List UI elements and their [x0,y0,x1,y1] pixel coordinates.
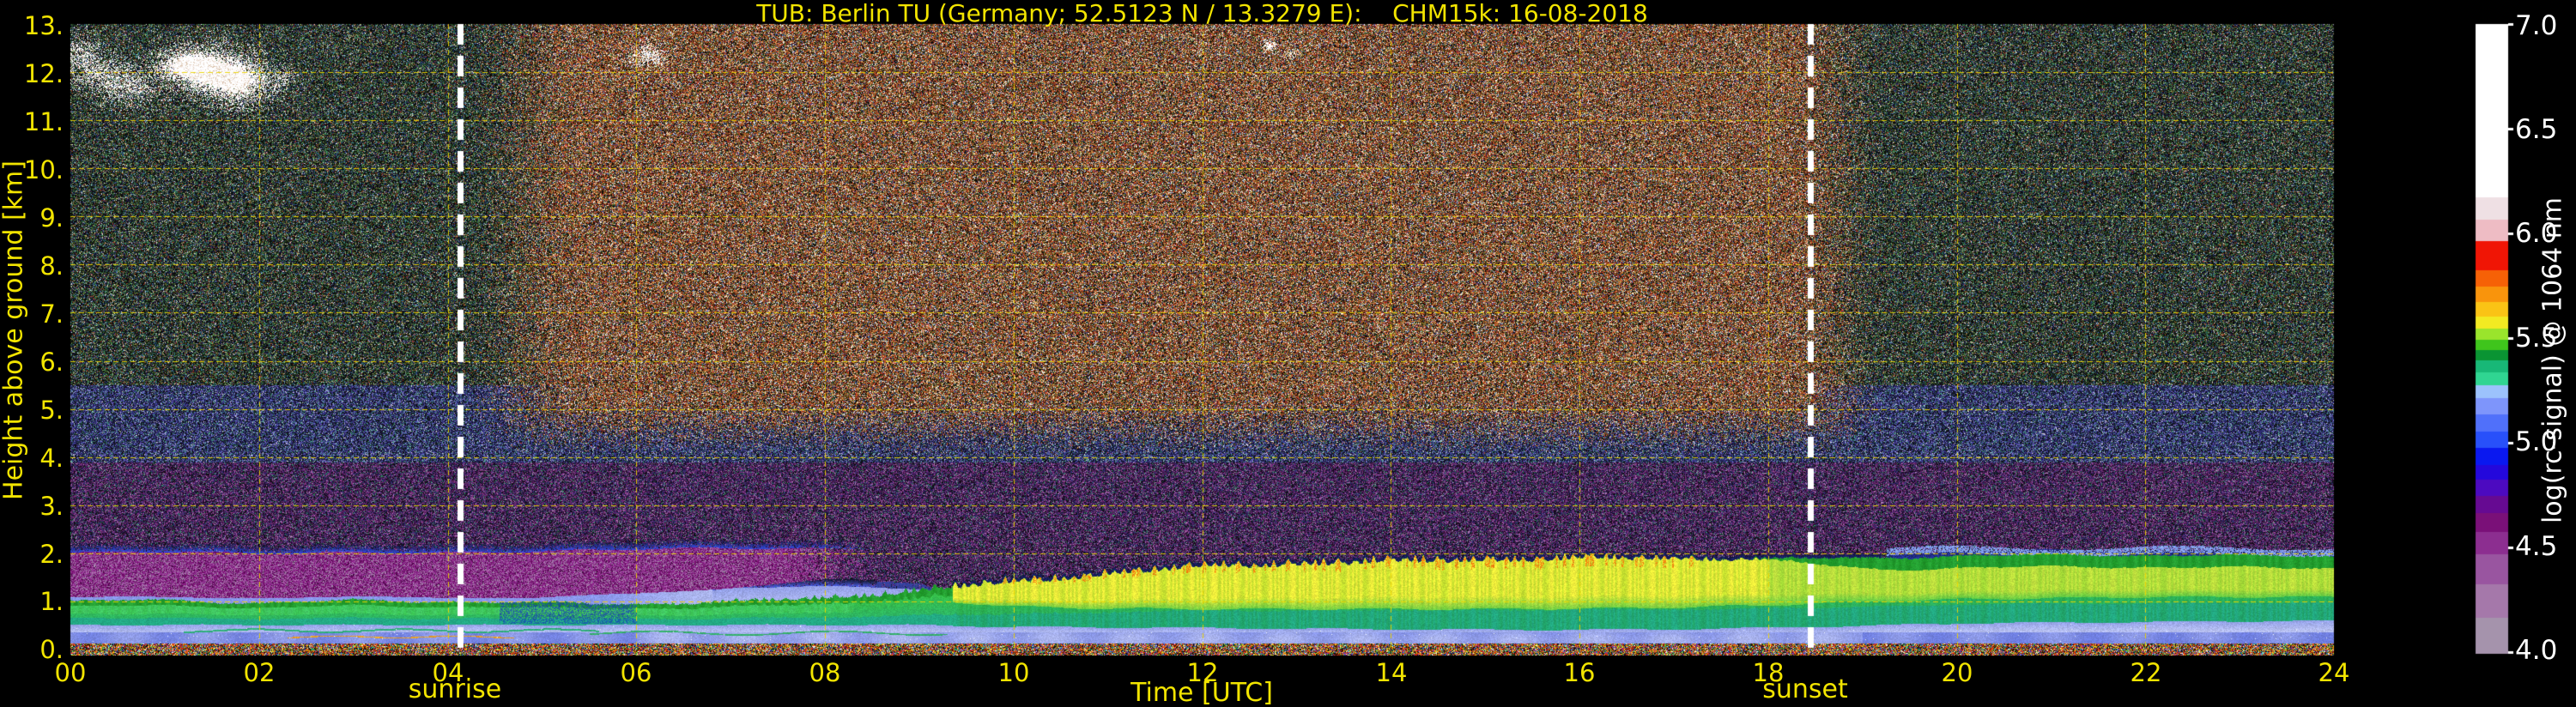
y-tick-12: 12. [23,59,64,88]
ceilometer-quicklook: TUB: Berlin TU (Germany; 52.5123 N / 13.… [0,0,2576,707]
cbar-tick-6.5: 6.5 [2515,114,2558,145]
x-tick-08: 08 [809,658,841,687]
colorbar-label: log(rc-signal) @ 1064 nm [2537,196,2568,524]
sunset-label: sunset [1762,674,1848,704]
x-tick-20: 20 [1941,658,1973,687]
y-tick-10: 10. [23,155,64,184]
y-tick-4: 4. [39,444,64,473]
x-tick-10: 10 [997,658,1030,687]
y-tick-2: 2. [39,540,64,569]
cbar-tick-7.0: 7.0 [2515,10,2558,41]
heatmap-canvas [0,0,2576,707]
y-tick-8: 8. [39,251,64,281]
y-tick-1: 1. [39,587,64,616]
y-tick-6: 6. [39,347,64,377]
y-tick-13: 13. [23,11,64,40]
y-tick-3: 3. [39,492,64,521]
page-title: TUB: Berlin TU (Germany; 52.5123 N / 13.… [756,0,1648,27]
y-tick-9: 9. [39,203,64,233]
sunrise-label: sunrise [408,674,502,704]
x-tick-14: 14 [1375,658,1408,687]
x-tick-00: 00 [54,658,87,687]
y-tick-7: 7. [39,299,64,329]
y-tick-11: 11. [23,107,64,136]
x-tick-16: 16 [1563,658,1596,687]
cbar-tick-4.5: 4.5 [2515,531,2558,562]
x-tick-06: 06 [620,658,652,687]
x-axis-label: Time [UTC] [1130,678,1273,707]
cbar-tick-4.0: 4.0 [2515,635,2558,666]
y-tick-5: 5. [39,396,64,425]
x-tick-02: 02 [243,658,276,687]
x-tick-22: 22 [2130,658,2162,687]
x-tick-24: 24 [2318,658,2350,687]
